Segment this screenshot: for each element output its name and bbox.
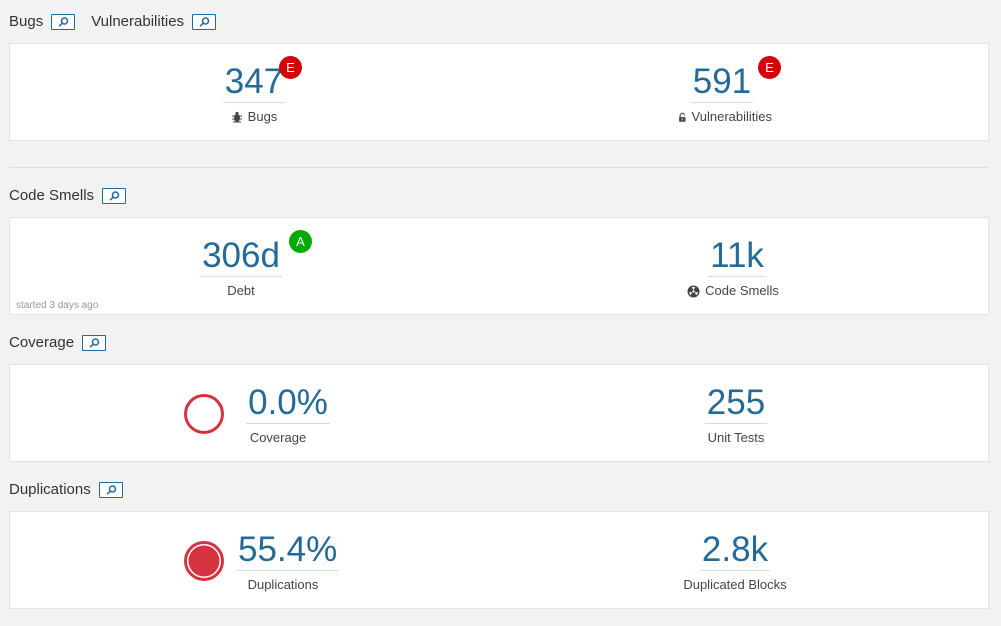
- duplications-section-header: Duplications: [9, 480, 123, 500]
- duplicated-blocks-value[interactable]: 2.8k: [699, 530, 771, 571]
- coverage-label: Coverage: [249, 430, 307, 445]
- unit-tests-label: Unit Tests: [707, 430, 765, 445]
- coverage-value[interactable]: 0.0%: [246, 383, 330, 424]
- bugs-rating-badge[interactable]: E: [279, 56, 302, 79]
- coverage-measure: 0.0% Coverage: [238, 383, 338, 446]
- coverage-section-header: Coverage: [9, 333, 107, 353]
- duplications-measure: 55.4% Duplications: [236, 530, 340, 593]
- debt-measure: 306d Debt: [191, 236, 291, 299]
- bugs-title: Bugs: [9, 13, 44, 30]
- coverage-donut-chart[interactable]: [183, 393, 225, 435]
- bugs-section-header: Bugs Vulnerabilities: [9, 12, 217, 32]
- debt-value[interactable]: 306d: [200, 236, 282, 277]
- maintainability-rating-badge[interactable]: A: [289, 230, 312, 253]
- code-smells-measure: 11k Code Smells: [687, 236, 787, 299]
- coverage-label-row: Coverage: [218, 430, 338, 446]
- duplicated-blocks-label: Duplicated Blocks: [683, 577, 787, 592]
- vulnerabilities-rating-badge[interactable]: E: [758, 56, 781, 79]
- analysis-started-note: started 3 days ago: [16, 300, 99, 311]
- bugs-label-row: Bugs: [204, 109, 304, 125]
- debt-label: Debt: [227, 283, 255, 298]
- bug-icon: [231, 111, 242, 123]
- code-smells-history-link[interactable]: [102, 188, 127, 204]
- code-smells-section-header: Code Smells: [9, 186, 127, 206]
- debt-label-row: Debt: [191, 283, 291, 299]
- code-smells-label-row: Code Smells: [679, 283, 787, 299]
- vulnerabilities-value[interactable]: 591: [690, 62, 754, 103]
- bugs-history-link[interactable]: [51, 14, 76, 30]
- code-smells-value[interactable]: 11k: [708, 236, 766, 277]
- duplications-bubble-core: [188, 545, 220, 577]
- unit-tests-label-row: Unit Tests: [686, 430, 786, 446]
- bugs-label: Bugs: [247, 109, 278, 124]
- vulnerabilities-history-link[interactable]: [192, 14, 217, 30]
- duplications-title: Duplications: [9, 481, 91, 498]
- duplications-label: Duplications: [247, 577, 319, 592]
- coverage-donut-ring: [184, 394, 224, 434]
- section-divider: [9, 167, 989, 168]
- vulnerabilities-measure: 591 Vulnerabilities: [672, 62, 772, 125]
- bugs-vulnerabilities-card: 347 Bugs E 591 Vulnerabilities E: [9, 43, 989, 141]
- code-smells-title: Code Smells: [9, 187, 95, 204]
- code-smells-label: Code Smells: [705, 283, 779, 298]
- duplicated-blocks-measure: 2.8k Duplicated Blocks: [683, 530, 786, 593]
- coverage-card: 0.0% Coverage 255 Unit Tests: [9, 364, 989, 462]
- bugs-value[interactable]: 347: [222, 62, 286, 103]
- duplicated-blocks-label-row: Duplicated Blocks: [675, 577, 795, 593]
- history-icon: [109, 191, 120, 201]
- duplications-bubble[interactable]: [183, 540, 225, 582]
- duplications-card: 55.4% Duplications 2.8k Duplicated Block…: [9, 511, 989, 609]
- duplications-value[interactable]: 55.4%: [236, 530, 340, 571]
- unit-tests-measure: 255 Unit Tests: [686, 383, 786, 446]
- history-icon: [106, 485, 116, 495]
- duplications-label-row: Duplications: [230, 577, 336, 593]
- code-smell-icon: [687, 285, 700, 297]
- vulnerabilities-title: Vulnerabilities: [91, 13, 185, 30]
- unit-tests-value[interactable]: 255: [704, 383, 768, 424]
- coverage-history-link[interactable]: [82, 335, 107, 351]
- history-icon: [58, 17, 69, 27]
- coverage-title: Coverage: [9, 334, 75, 351]
- history-icon: [89, 338, 100, 348]
- lock-open-icon: [679, 112, 686, 122]
- duplications-history-link[interactable]: [98, 482, 123, 498]
- history-icon: [199, 17, 210, 27]
- code-smells-card: 306d Debt A 11k Code Smells started 3 da…: [9, 217, 989, 315]
- vulnerabilities-label: Vulnerabilities: [691, 109, 772, 124]
- vulnerabilities-label-row: Vulnerabilities: [678, 109, 772, 125]
